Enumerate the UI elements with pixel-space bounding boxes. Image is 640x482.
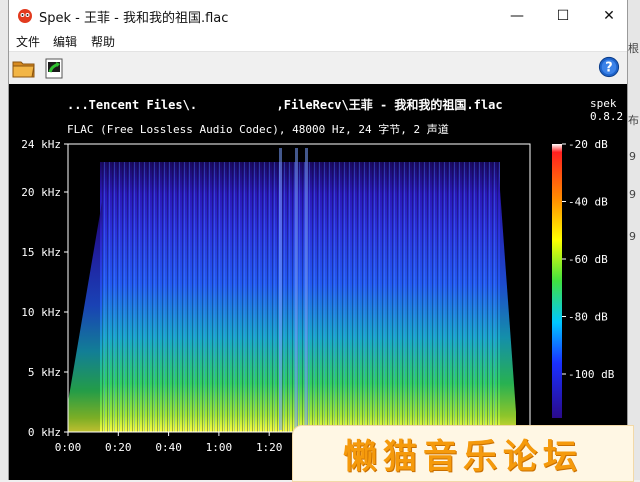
spectrogram-plot-area [67, 143, 531, 433]
decibel-tick-label: -20 dB [568, 138, 608, 151]
background-glyph: 9 [629, 230, 636, 243]
decibel-tick-label: -40 dB [568, 196, 608, 209]
time-tick-label: 1:00 [206, 441, 233, 454]
frequency-tick-label: 5 kHz [28, 366, 61, 379]
open-folder-icon[interactable] [12, 57, 36, 79]
minimize-icon: — [510, 7, 524, 24]
watermark-text: 懒猫音乐论坛 [343, 437, 583, 477]
menu-edit[interactable]: 编辑 [50, 32, 80, 51]
background-glyph: 布 [628, 114, 639, 127]
app-version: spek 0.8.2 [590, 97, 624, 123]
frequency-axis: 0 kHz 5 kHz 10 kHz 15 kHz 20 kHz 24 kHz [21, 138, 68, 439]
time-tick-label: 0:20 [105, 441, 132, 454]
spek-app-icon [18, 9, 32, 23]
background-glyph: 9 [629, 150, 636, 163]
maximize-button[interactable]: ☐ [540, 0, 586, 31]
time-tick-label: 1:20 [256, 441, 283, 454]
maximize-icon: ☐ [556, 7, 570, 24]
audio-format-info: FLAC (Free Lossless Audio Codec), 48000 … [67, 123, 449, 136]
spectrogram-chart: 0 kHz5 kHz10 kHz15 kHz20 kHz24 kHz 0:00 0… [21, 138, 615, 454]
window-title: Spek - 王菲 - 我和我的祖国.flac [39, 11, 229, 26]
spectrogram-transient [305, 148, 308, 430]
decibel-tick-label: -80 dB [568, 311, 608, 324]
spek-window: Spek - 王菲 - 我和我的祖国.flac — ☐ ✕ 文件 编辑 帮助 ?… [8, 0, 628, 480]
file-path-title: ...Tencent Files\. ,FileRecv\王菲 - 我和我的祖国… [67, 98, 503, 112]
toolbar: ? [9, 52, 627, 84]
decibel-color-scale: -20 dB -40 dB -60 dB -80 dB -100 dB [552, 138, 615, 418]
decibel-tick-label: -100 dB [568, 368, 615, 381]
color-scale-bar [552, 144, 562, 418]
minimize-button[interactable]: — [494, 0, 540, 31]
spectrogram-transient [279, 148, 282, 430]
menu-bar: 文件 编辑 帮助 [9, 31, 627, 52]
background-glyph: 9 [629, 188, 636, 201]
frequency-tick-label: 20 kHz [21, 186, 61, 199]
close-icon: ✕ [603, 7, 615, 24]
menu-file[interactable]: 文件 [13, 32, 43, 51]
time-tick-label: 0:00 [55, 441, 82, 454]
spectrogram-transient [295, 148, 298, 430]
spectrogram-panel: 0 kHz 5 kHz 10 kHz 15 kHz 20 kHz 24 kHz 0:00 0… [9, 84, 627, 480]
svg-text:?: ? [605, 61, 612, 76]
decibel-tick-label: -60 dB [568, 253, 608, 266]
time-tick-label: 0:40 [155, 441, 182, 454]
help-icon[interactable]: ? [597, 56, 621, 78]
frequency-tick-label: 24 kHz [21, 138, 61, 151]
frequency-tick-label: 10 kHz [21, 306, 61, 319]
frequency-tick-label: 0 kHz [28, 426, 61, 439]
menu-help[interactable]: 帮助 [88, 32, 118, 51]
frequency-tick-label: 15 kHz [21, 246, 61, 259]
title-bar[interactable]: Spek - 王菲 - 我和我的祖国.flac — ☐ ✕ [9, 0, 627, 31]
background-glyph: 根 [628, 42, 639, 55]
forum-watermark: 懒猫音乐论坛 [292, 425, 634, 482]
close-button[interactable]: ✕ [586, 0, 632, 31]
spectrogram-texture [100, 162, 500, 432]
save-image-icon[interactable] [42, 57, 66, 79]
time-axis: 0:00 0:20 0:40 1:00 1:20 [55, 432, 283, 454]
